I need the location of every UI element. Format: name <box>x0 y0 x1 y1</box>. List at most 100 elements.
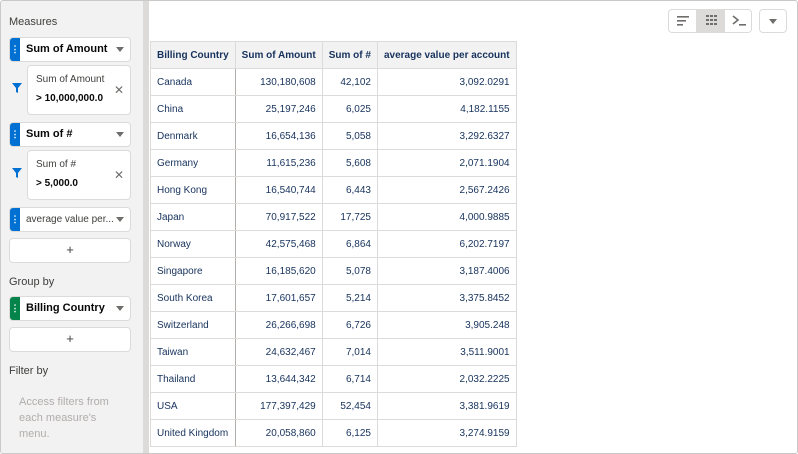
column-header-average-value[interactable]: average value per account <box>376 41 517 69</box>
table-row: China 25,197,246 6,025 4,182.1155 <box>150 95 517 123</box>
cell-average-value: 4,182.1155 <box>376 95 517 123</box>
cell-sum-of-count: 6,726 <box>321 311 378 339</box>
table-body: Canada 130,180,608 42,102 3,092.0291 China 25… <box>150 68 517 447</box>
terminal-icon[interactable] <box>725 10 753 32</box>
column-header-sum-of-amount[interactable]: Sum of Amount <box>234 41 323 69</box>
cell-sum-of-amount: 70,917,522 <box>234 203 323 231</box>
column-header-billing-country[interactable]: Billing Country <box>150 41 236 69</box>
close-icon[interactable]: ✕ <box>114 169 124 181</box>
cell-sum-of-count: 5,058 <box>321 122 378 150</box>
cell-average-value: 3,292.6327 <box>376 122 517 150</box>
table-header-row: Billing Country Sum of Amount Sum of # a… <box>150 41 517 69</box>
cell-sum-of-count: 5,608 <box>321 149 378 177</box>
measure-label: average value per... <box>26 214 114 225</box>
measure-pill-average-value[interactable]: ⋮ average value per... <box>9 207 131 232</box>
cell-average-value: 3,274.9159 <box>376 419 517 447</box>
cell-sum-of-count: 5,078 <box>321 257 378 285</box>
filter-card[interactable]: Sum of Amount > 10,000,000.0 ✕ <box>27 65 131 115</box>
cell-sum-of-count: 5,214 <box>321 284 378 312</box>
table-row: Germany 11,615,236 5,608 2,071.1904 <box>150 149 517 177</box>
cell-sum-of-count: 6,125 <box>321 419 378 447</box>
chevron-down-icon[interactable] <box>116 47 124 52</box>
drag-handle-icon[interactable]: ⋮ <box>10 297 20 320</box>
table-row: South Korea 17,601,657 5,214 3,375.8452 <box>150 284 517 312</box>
measures-title: Measures <box>9 16 58 28</box>
cell-sum-of-amount: 26,266,698 <box>234 311 323 339</box>
cell-sum-of-amount: 16,540,744 <box>234 176 323 204</box>
filter-hint: Access filters from each measure's menu. <box>19 396 109 440</box>
cell-sum-of-count: 6,714 <box>321 365 378 393</box>
panel-resize-handle[interactable] <box>143 1 149 453</box>
cell-sum-of-amount: 130,180,608 <box>234 68 323 96</box>
add-measure-button[interactable]: + <box>9 238 131 263</box>
column-header-sum-of-count[interactable]: Sum of # <box>321 41 378 69</box>
cell-sum-of-count: 17,725 <box>321 203 378 231</box>
cell-billing-country: China <box>150 95 236 123</box>
cell-billing-country: Taiwan <box>150 338 236 366</box>
more-options-button[interactable] <box>759 9 787 33</box>
filter-name: Sum of Amount <box>36 74 105 85</box>
cell-billing-country: Germany <box>150 149 236 177</box>
filter-value: > 10,000,000.0 <box>36 93 104 104</box>
measure-pill-sum-of-amount[interactable]: ⋮ Sum of Amount <box>9 37 131 62</box>
cell-average-value: 3,511.9001 <box>376 338 517 366</box>
cell-average-value: 3,381.9619 <box>376 392 517 420</box>
table-row: Japan 70,917,522 17,725 4,000.9885 <box>150 203 517 231</box>
group-label: Billing Country <box>26 302 105 314</box>
cell-average-value: 3,905.248 <box>376 311 517 339</box>
cell-sum-of-amount: 17,601,657 <box>234 284 323 312</box>
lens-explorer: Measures ⋮ Sum of Amount Sum of Amount >… <box>0 0 798 454</box>
drag-handle-icon[interactable]: ⋮ <box>10 38 20 61</box>
filter-by-title: Filter by <box>9 365 49 377</box>
table-view-icon[interactable] <box>697 10 725 32</box>
cell-billing-country: USA <box>150 392 236 420</box>
sidebar: Measures ⋮ Sum of Amount Sum of Amount >… <box>1 1 143 453</box>
chevron-down-icon[interactable] <box>116 306 124 311</box>
table-row: Taiwan 24,632,467 7,014 3,511.9001 <box>150 338 517 366</box>
filter-name: Sum of # <box>36 159 77 170</box>
cell-sum-of-count: 6,864 <box>321 230 378 258</box>
chevron-down-icon <box>769 19 777 24</box>
cell-sum-of-count: 7,014 <box>321 338 378 366</box>
table-row: Denmark 16,654,136 5,058 3,292.6327 <box>150 122 517 150</box>
cell-average-value: 2,071.1904 <box>376 149 517 177</box>
cell-average-value: 3,092.0291 <box>376 68 517 96</box>
cell-billing-country: Norway <box>150 230 236 258</box>
cell-billing-country: South Korea <box>150 284 236 312</box>
chevron-down-icon[interactable] <box>116 217 124 222</box>
cell-sum-of-count: 6,443 <box>321 176 378 204</box>
table-row: Switzerland 26,266,698 6,726 3,905.248 <box>150 311 517 339</box>
cell-billing-country: United Kingdom <box>150 419 236 447</box>
close-icon[interactable]: ✕ <box>114 84 124 96</box>
table-row: Thailand 13,644,342 6,714 2,032.2225 <box>150 365 517 393</box>
add-group-button[interactable]: + <box>9 327 131 352</box>
bar-lines-icon[interactable] <box>669 10 697 32</box>
cell-sum-of-count: 6,025 <box>321 95 378 123</box>
filter-card[interactable]: Sum of # > 5,000.0 ✕ <box>27 150 131 200</box>
cell-billing-country: Thailand <box>150 365 236 393</box>
cell-sum-of-amount: 11,615,236 <box>234 149 323 177</box>
cell-sum-of-amount: 16,185,620 <box>234 257 323 285</box>
cell-sum-of-amount: 42,575,468 <box>234 230 323 258</box>
drag-handle-icon[interactable]: ⋮ <box>10 208 20 231</box>
filter-value: > 5,000.0 <box>36 178 78 189</box>
view-toggle-group <box>668 9 752 33</box>
cell-billing-country: Canada <box>150 68 236 96</box>
filter-funnel-icon <box>12 83 22 93</box>
cell-average-value: 4,000.9885 <box>376 203 517 231</box>
cell-sum-of-amount: 16,654,136 <box>234 122 323 150</box>
cell-sum-of-amount: 24,632,467 <box>234 338 323 366</box>
cell-billing-country: Japan <box>150 203 236 231</box>
cell-average-value: 3,375.8452 <box>376 284 517 312</box>
cell-average-value: 2,032.2225 <box>376 365 517 393</box>
measure-pill-sum-of-count[interactable]: ⋮ Sum of # <box>9 122 131 147</box>
group-pill-billing-country[interactable]: ⋮ Billing Country <box>9 296 131 321</box>
cell-billing-country: Hong Kong <box>150 176 236 204</box>
measure-label: Sum of Amount <box>26 43 108 55</box>
table-row: Hong Kong 16,540,744 6,443 2,567.2426 <box>150 176 517 204</box>
drag-handle-icon[interactable]: ⋮ <box>10 123 20 146</box>
cell-sum-of-amount: 25,197,246 <box>234 95 323 123</box>
cell-sum-of-amount: 20,058,860 <box>234 419 323 447</box>
cell-sum-of-amount: 177,397,429 <box>234 392 323 420</box>
chevron-down-icon[interactable] <box>116 132 124 137</box>
